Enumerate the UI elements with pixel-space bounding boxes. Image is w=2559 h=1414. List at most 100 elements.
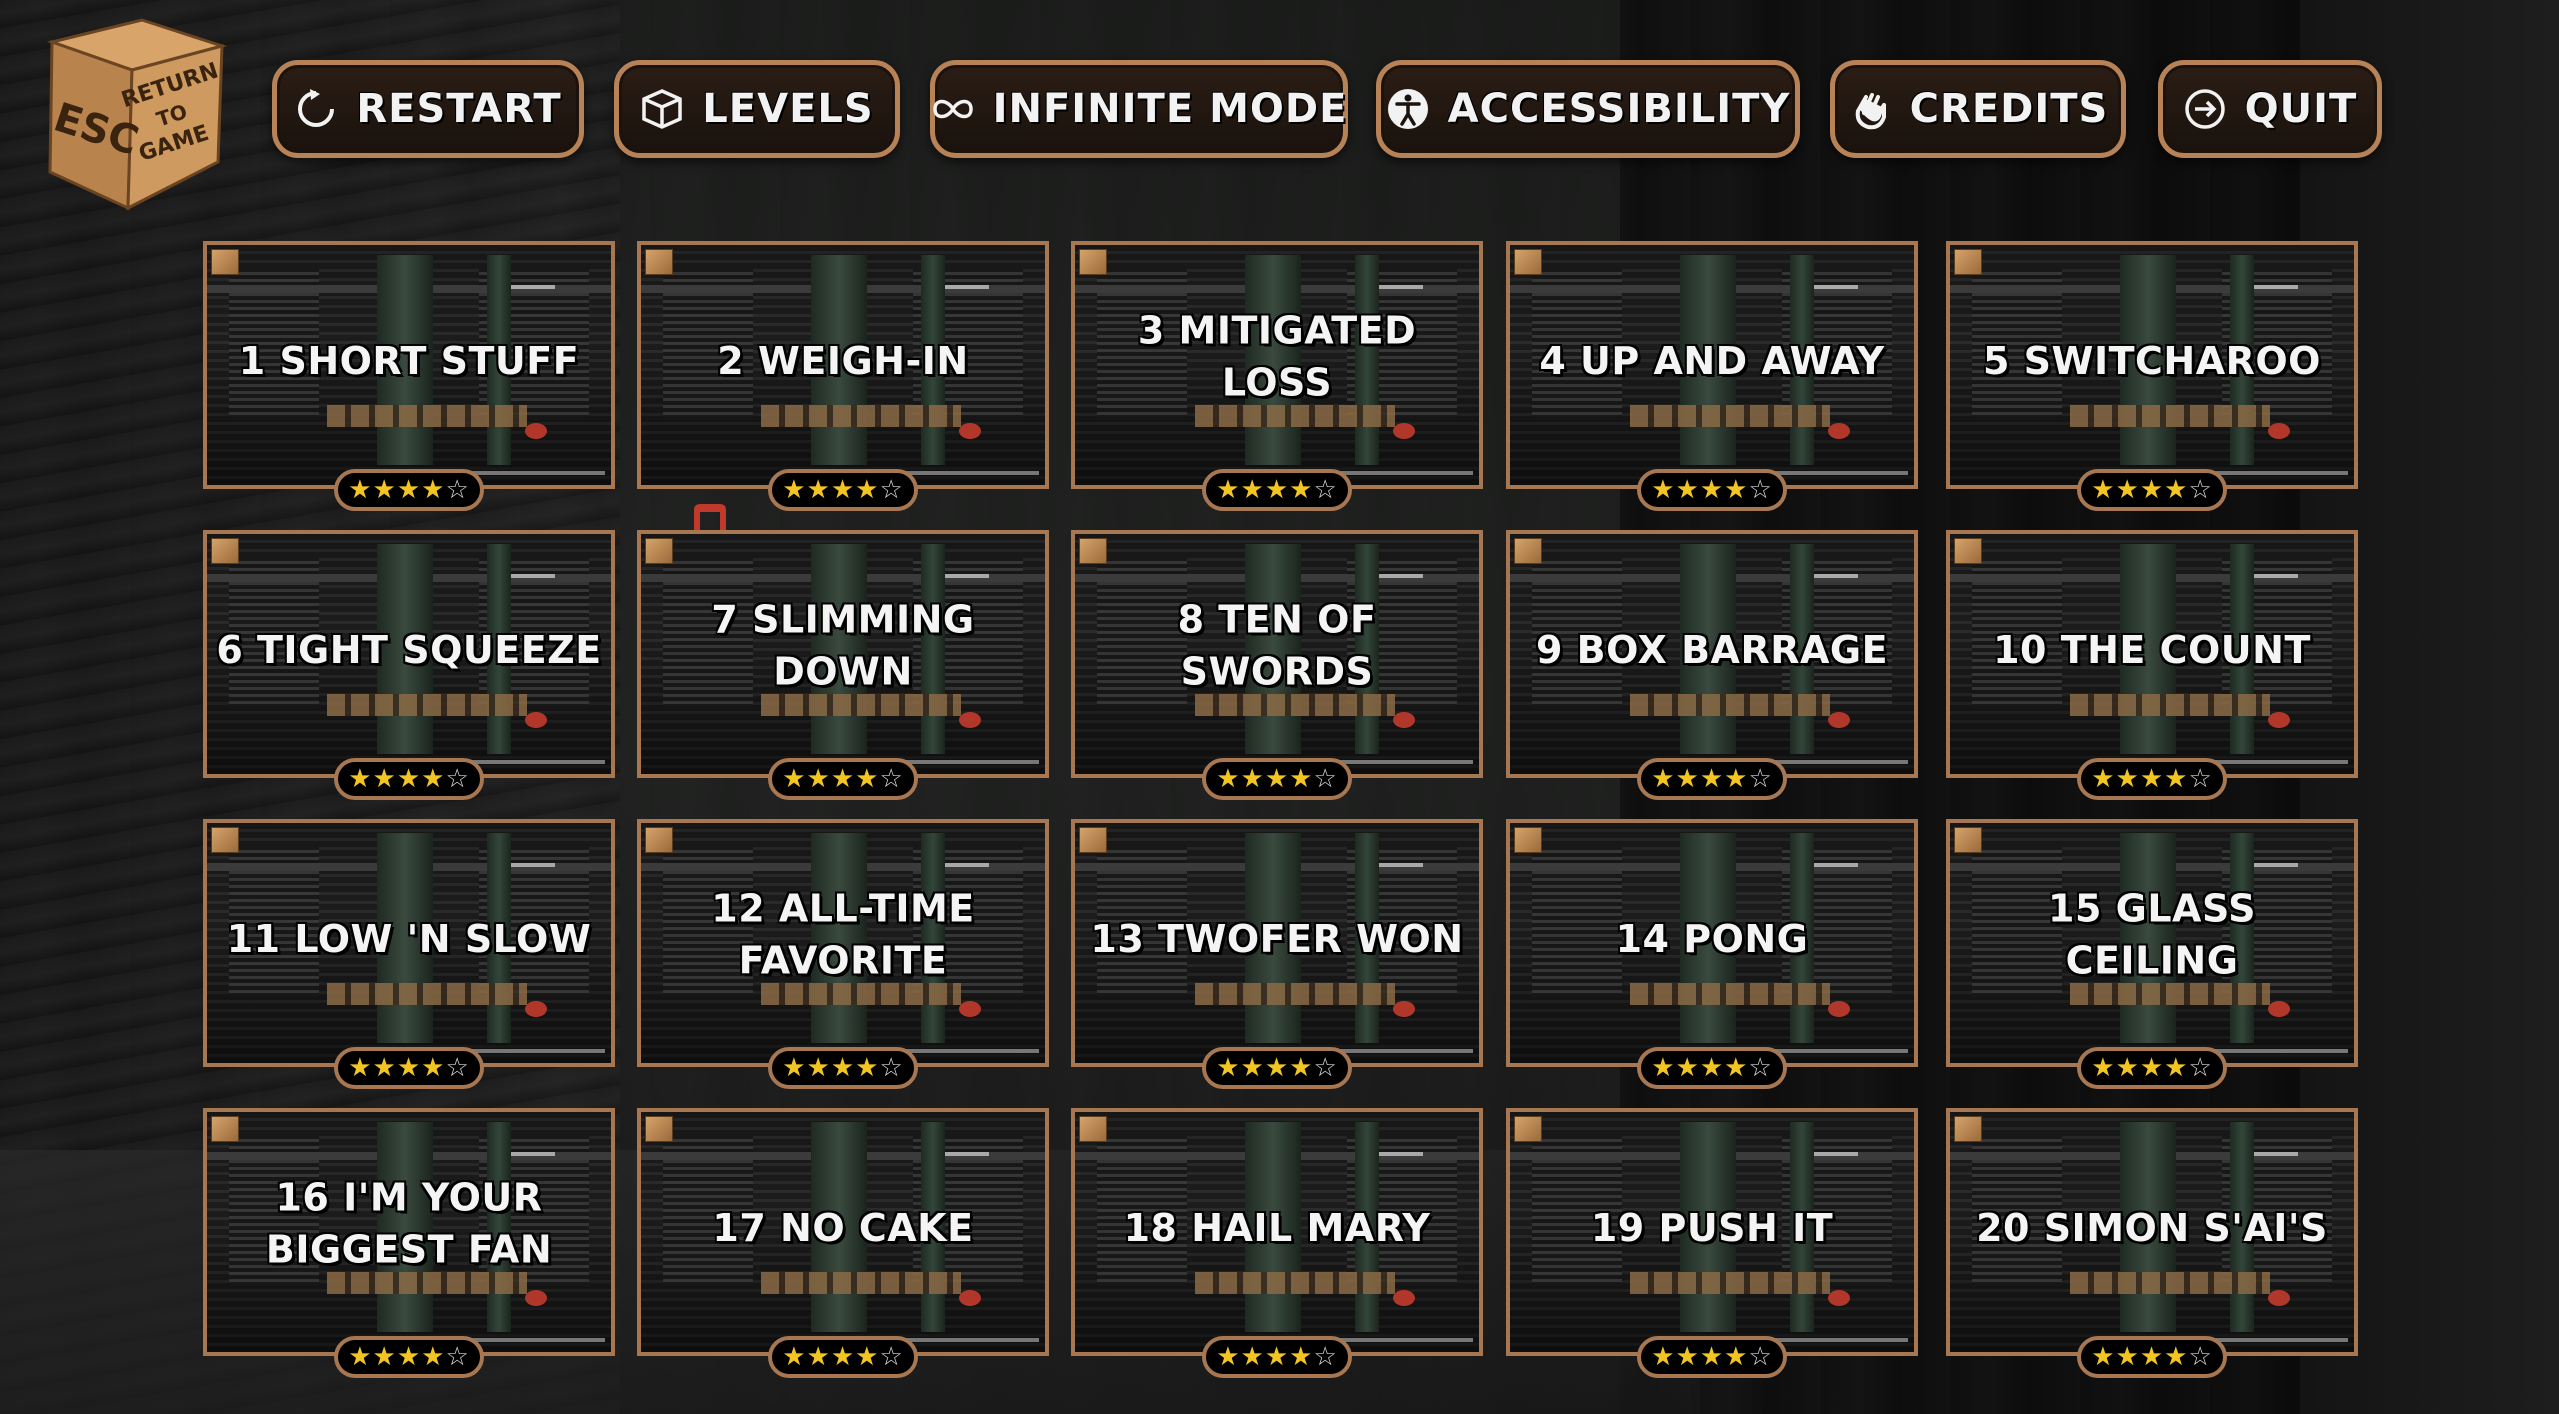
star-filled-icon: ★ — [1289, 1342, 1314, 1372]
star-rating: ★★★★☆ — [768, 469, 918, 511]
star-filled-icon: ★ — [2164, 475, 2189, 505]
mini-box-icon — [1514, 249, 1542, 275]
level-card[interactable]: 15 GLASS CEILING ★★★★☆ — [1946, 819, 2358, 1089]
level-card[interactable]: 10 THE COUNT ★★★★☆ — [1946, 530, 2358, 800]
level-card[interactable]: 2 WEIGH-IN ★★★★☆ — [637, 241, 1049, 511]
return-to-game-button[interactable]: ESC RETURN TO GAME — [22, 12, 234, 212]
star-rating: ★★★★☆ — [2077, 469, 2227, 511]
level-card[interactable]: 20 SIMON S'AI'S ★★★★☆ — [1946, 1108, 2358, 1378]
level-select-screen: ESC RETURN TO GAME RESTART LEVELS INFINI… — [0, 0, 2559, 1414]
star-empty-icon: ☆ — [445, 475, 470, 505]
star-filled-icon: ★ — [1264, 764, 1290, 794]
thumbnail-mini-goal — [899, 760, 1039, 764]
level-title: 4 UP AND AWAY — [1539, 338, 1885, 383]
thumbnail-red-btn — [1393, 712, 1415, 728]
star-empty-icon: ☆ — [2188, 1053, 2213, 1083]
thumbnail-mini-goal — [1333, 1338, 1473, 1342]
level-card[interactable]: 7 SLIMMING DOWN ★★★★☆ — [637, 530, 1049, 800]
thumbnail-mini-meter — [945, 863, 989, 867]
mini-box-icon — [645, 249, 673, 275]
rating-stars: ★★★★☆ — [1651, 1053, 1773, 1083]
thumbnail-red-btn — [1393, 423, 1415, 439]
rating-stars: ★★★★☆ — [348, 1342, 470, 1372]
level-card[interactable]: 19 PUSH IT ★★★★☆ — [1506, 1108, 1918, 1378]
level-card[interactable]: 5 SWITCHAROO ★★★★☆ — [1946, 241, 2358, 511]
star-filled-icon: ★ — [1724, 1053, 1749, 1083]
thumbnail-mini-goal — [1768, 1049, 1908, 1053]
thumbnail-crate-row — [2070, 694, 2270, 716]
thumbnail-red-btn — [959, 712, 981, 728]
credits-button[interactable]: CREDITS — [1830, 60, 2126, 158]
thumbnail-mini-goal — [2208, 760, 2348, 764]
thumbnail-mini-meter — [511, 285, 555, 289]
thumbnail-crate-row — [327, 694, 527, 716]
star-empty-icon: ☆ — [1748, 1053, 1773, 1083]
thumbnail-mini-goal — [1333, 1049, 1473, 1053]
level-card[interactable]: 4 UP AND AWAY ★★★★☆ — [1506, 241, 1918, 511]
star-filled-icon: ★ — [2115, 1342, 2140, 1372]
accessibility-button[interactable]: ACCESSIBILITY — [1376, 60, 1800, 158]
star-rating: ★★★★☆ — [2077, 758, 2227, 800]
star-rating: ★★★★☆ — [1202, 758, 1352, 800]
star-filled-icon: ★ — [1240, 1342, 1265, 1372]
infinite-mode-button[interactable]: INFINITE MODE — [930, 60, 1348, 158]
level-title: 16 I'M YOUR BIGGEST FAN — [265, 1175, 553, 1272]
star-rating: ★★★★☆ — [1202, 1047, 1352, 1089]
star-empty-icon: ☆ — [1313, 1053, 1338, 1083]
star-filled-icon: ★ — [1289, 1053, 1314, 1083]
level-title: 10 THE COUNT — [1993, 627, 2311, 672]
star-rating: ★★★★☆ — [768, 1336, 918, 1378]
accessibility-icon — [1386, 87, 1430, 131]
thumbnail-mini-goal — [1333, 471, 1473, 475]
star-filled-icon: ★ — [348, 475, 373, 505]
star-filled-icon: ★ — [396, 764, 422, 794]
star-empty-icon: ☆ — [1313, 764, 1338, 794]
star-filled-icon: ★ — [1264, 1053, 1290, 1083]
thumbnail-mini-goal — [899, 1338, 1039, 1342]
thumbnail-crate-row — [1630, 1272, 1830, 1294]
level-card[interactable]: 1 SHORT STUFF ★★★★☆ — [203, 241, 615, 511]
level-title: 19 PUSH IT — [1590, 1205, 1834, 1250]
thumbnail-mini-goal — [465, 760, 605, 764]
star-filled-icon: ★ — [396, 1342, 422, 1372]
thumbnail-mini-goal — [1768, 760, 1908, 764]
level-title: 5 SWITCHAROO — [1983, 338, 2321, 383]
level-card[interactable]: 17 NO CAKE ★★★★☆ — [637, 1108, 1049, 1378]
star-filled-icon: ★ — [2115, 475, 2140, 505]
star-rating: ★★★★☆ — [334, 469, 484, 511]
level-card[interactable]: 14 PONG ★★★★☆ — [1506, 819, 1918, 1089]
level-card[interactable]: 8 TEN OF SWORDS ★★★★☆ — [1071, 530, 1483, 800]
star-filled-icon: ★ — [806, 1053, 831, 1083]
rating-stars: ★★★★☆ — [2091, 475, 2213, 505]
star-filled-icon: ★ — [372, 1342, 397, 1372]
rating-stars: ★★★★☆ — [348, 764, 470, 794]
level-card[interactable]: 3 MITIGATED LOSS ★★★★☆ — [1071, 241, 1483, 511]
level-card[interactable]: 6 TIGHT SQUEEZE ★★★★☆ — [203, 530, 615, 800]
star-filled-icon: ★ — [1264, 475, 1290, 505]
star-rating: ★★★★☆ — [1637, 758, 1787, 800]
star-filled-icon: ★ — [1675, 1053, 1700, 1083]
thumbnail-red-btn — [959, 1290, 981, 1306]
thumbnail-mini-meter — [1814, 285, 1858, 289]
restart-button[interactable]: RESTART — [272, 60, 584, 158]
exit-icon — [2183, 87, 2227, 131]
mini-box-icon — [1079, 827, 1107, 853]
star-filled-icon: ★ — [1216, 764, 1241, 794]
level-card[interactable]: 12 ALL-TIME FAVORITE ★★★★☆ — [637, 819, 1049, 1089]
rating-stars: ★★★★☆ — [782, 1342, 904, 1372]
level-card[interactable]: 18 HAIL MARY ★★★★☆ — [1071, 1108, 1483, 1378]
credits-label: CREDITS — [1909, 86, 2109, 132]
quit-button[interactable]: QUIT — [2158, 60, 2382, 158]
mini-box-icon — [1954, 249, 1982, 275]
thumbnail-mini-meter — [1379, 863, 1423, 867]
level-card[interactable]: 11 LOW 'N SLOW ★★★★☆ — [203, 819, 615, 1089]
level-card[interactable]: 16 I'M YOUR BIGGEST FAN ★★★★☆ — [203, 1108, 615, 1378]
level-card[interactable]: 13 TWOFER WON ★★★★☆ — [1071, 819, 1483, 1089]
levels-button[interactable]: LEVELS — [614, 60, 900, 158]
thumbnail-mini-meter — [511, 1152, 555, 1156]
thumbnail-mini-goal — [2208, 1338, 2348, 1342]
level-card[interactable]: 9 BOX BARRAGE ★★★★☆ — [1506, 530, 1918, 800]
star-filled-icon: ★ — [830, 1053, 856, 1083]
thumbnail-red-btn — [1828, 423, 1850, 439]
rating-stars: ★★★★☆ — [782, 475, 904, 505]
